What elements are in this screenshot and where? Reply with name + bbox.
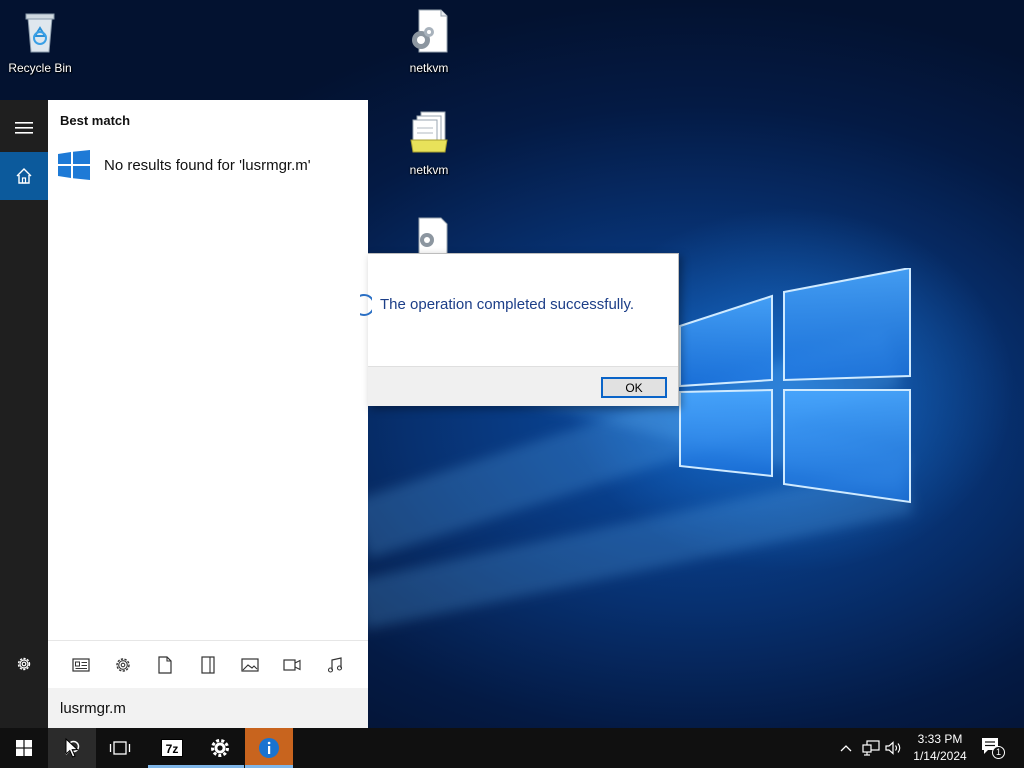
filter-folders-button[interactable] <box>197 655 219 675</box>
taskbar-info-app-button[interactable] <box>245 728 293 768</box>
search-result-row[interactable]: No results found for 'lusrmgr.m' <box>58 148 358 182</box>
clock-time: 3:33 PM <box>917 732 963 746</box>
rail-settings-button[interactable] <box>0 640 48 688</box>
mouse-cursor-icon <box>65 738 79 758</box>
7zip-icon-label: 7z <box>165 742 179 756</box>
show-hidden-icons-button[interactable] <box>836 738 856 758</box>
best-match-heading: Best match <box>60 113 131 128</box>
filter-settings-button[interactable] <box>112 655 134 675</box>
info-app-icon <box>259 738 279 758</box>
windows-logo-wallpaper <box>679 268 911 504</box>
filter-apps-button[interactable] <box>70 655 92 675</box>
gear-icon <box>17 657 31 671</box>
dialog-footer: OK <box>368 366 678 406</box>
windows-start-icon <box>16 740 32 756</box>
search-box[interactable] <box>48 688 368 728</box>
rail-home-button[interactable] <box>0 152 48 200</box>
action-center-button[interactable]: 1 <box>980 736 1006 760</box>
photos-filter-icon <box>241 658 259 672</box>
start-menu-rail <box>0 100 48 728</box>
search-input[interactable] <box>48 688 368 728</box>
taskbar-settings-button[interactable] <box>196 728 244 768</box>
home-icon <box>16 168 32 184</box>
search-results-panel: Best match No results found for 'lusrmgr… <box>48 100 368 728</box>
filter-videos-button[interactable] <box>281 655 303 675</box>
desktop-icon-label: Recycle Bin <box>8 61 72 75</box>
dialog-info-icon <box>360 292 372 318</box>
7zip-icon: 7z <box>161 739 183 757</box>
videos-filter-icon <box>283 659 301 671</box>
hamburger-menu-icon <box>15 122 33 134</box>
settings-filter-icon <box>116 658 130 672</box>
taskbar: 7z 3:33 PM 1/14/2024 1 <box>0 728 1024 768</box>
catalog-file-icon <box>410 111 448 153</box>
network-tray-button[interactable] <box>861 738 881 758</box>
music-filter-icon <box>327 657 343 673</box>
dialog-message: The operation completed successfully. <box>380 296 635 313</box>
task-view-icon <box>109 741 131 755</box>
desktop-icon-recycle-bin[interactable]: Recycle Bin <box>0 8 80 75</box>
filter-documents-button[interactable] <box>154 655 176 675</box>
settings-app-icon <box>211 739 229 757</box>
desktop-icon-label: netkvm <box>409 61 449 75</box>
taskbar-clock[interactable]: 3:33 PM 1/14/2024 <box>905 731 975 765</box>
notification-count-badge: 1 <box>992 746 1005 759</box>
search-filter-bar <box>48 640 368 688</box>
desktop-icon-netkvm-1[interactable]: netkvm <box>389 8 469 75</box>
windows-logo-icon <box>58 150 90 180</box>
start-button[interactable] <box>0 728 48 768</box>
rail-expand-button[interactable] <box>0 104 48 152</box>
task-view-button[interactable] <box>96 728 144 768</box>
recycle-bin-icon <box>25 13 55 53</box>
chevron-up-icon <box>840 745 852 752</box>
settings-file-icon <box>418 217 448 257</box>
search-result-text: No results found for 'lusrmgr.m' <box>104 156 311 174</box>
network-icon <box>862 740 880 756</box>
apps-filter-icon <box>72 658 90 672</box>
desktop-icon-label: netkvm <box>409 163 449 177</box>
documents-filter-icon <box>158 656 172 674</box>
folders-filter-icon <box>201 656 215 674</box>
settings-file-icon <box>412 9 448 53</box>
filter-photos-button[interactable] <box>239 655 261 675</box>
ok-button[interactable]: OK <box>601 377 667 398</box>
volume-icon <box>885 741 901 755</box>
filter-music-button[interactable] <box>324 655 346 675</box>
taskbar-7zip-button[interactable]: 7z <box>148 728 196 768</box>
clock-date: 1/14/2024 <box>913 749 967 763</box>
desktop-icon-netkvm-2[interactable]: netkvm <box>389 110 469 177</box>
volume-tray-button[interactable] <box>884 738 904 758</box>
message-dialog: The operation completed successfully. OK <box>360 253 679 406</box>
